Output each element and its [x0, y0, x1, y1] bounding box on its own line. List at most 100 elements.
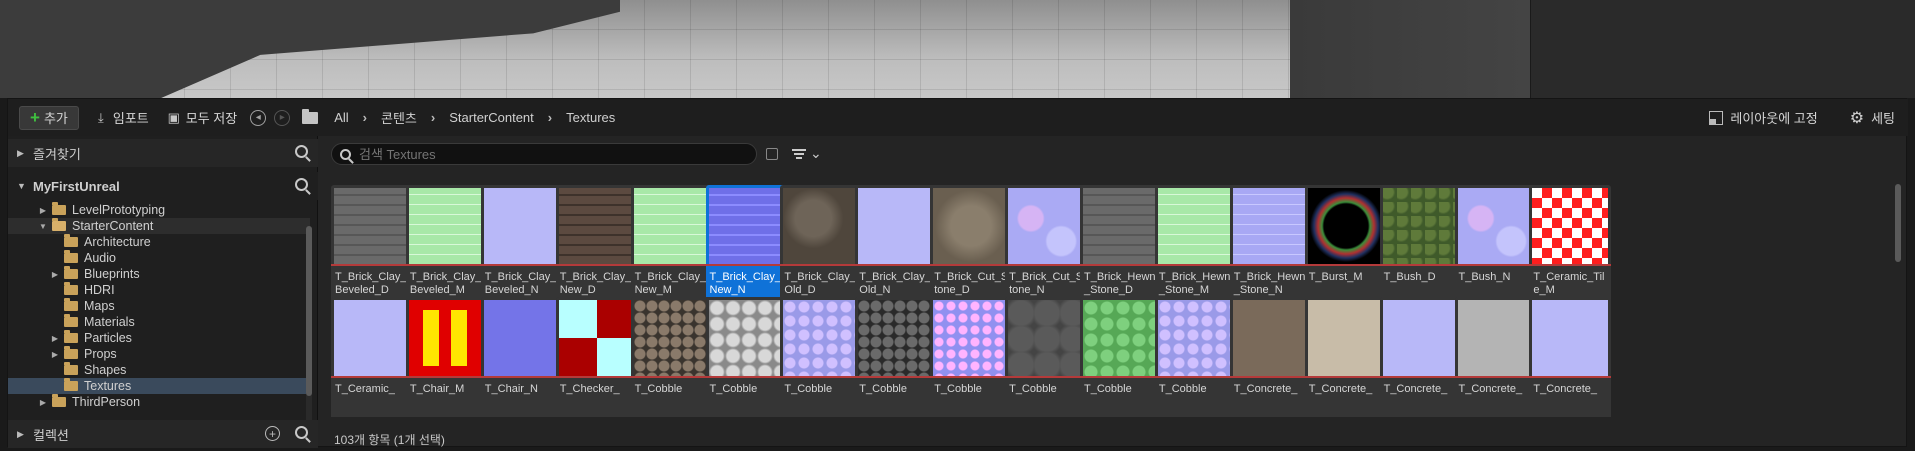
tree-item-hdri[interactable]: HDRI — [8, 282, 310, 298]
history-back-icon[interactable]: ◂ — [250, 109, 267, 126]
tree-item-levelprototyping[interactable]: ▶ LevelPrototyping — [8, 202, 310, 218]
asset-tile[interactable]: T_Brick_Clay_New_N — [705, 185, 788, 311]
search-input[interactable] — [359, 146, 739, 162]
tree-item-thirdperson[interactable]: ▶ ThirdPerson — [8, 394, 310, 410]
import-button[interactable]: ⤓ 임포트 — [85, 106, 158, 130]
asset-tile[interactable]: T_Brick_Hewn_Stone_N — [1229, 185, 1312, 311]
add-button[interactable]: + 추가 — [19, 105, 79, 130]
chevron-right-icon[interactable]: ▶ — [50, 270, 60, 279]
tree-item-audio[interactable]: Audio — [8, 250, 310, 266]
chevron-right-icon[interactable]: ▶ — [38, 398, 48, 407]
chevron-down-icon[interactable]: ▼ — [38, 222, 48, 231]
chevron-right-icon[interactable]: ▶ — [50, 334, 60, 343]
favorites-header[interactable]: ▶ 즐겨찾기 — [8, 139, 318, 167]
folder-icon[interactable] — [302, 108, 319, 124]
asset-type-bar — [1529, 264, 1612, 266]
chevron-right-icon[interactable]: ▶ — [50, 350, 60, 359]
asset-tile[interactable]: T_Brick_Hewn_Stone_M — [1154, 185, 1237, 311]
save-search-icon[interactable] — [766, 148, 778, 160]
collections-header[interactable]: ▶ 컬렉션 + — [8, 420, 318, 448]
asset-tile[interactable]: T_Brick_Hewn_Stone_D — [1080, 185, 1162, 311]
asset-scrollbar[interactable] — [1895, 184, 1901, 444]
asset-tile[interactable]: T_Cobble — [1005, 297, 1088, 417]
asset-scrollbar-thumb[interactable] — [1895, 184, 1901, 262]
tree-item-architecture[interactable]: Architecture — [8, 234, 310, 250]
asset-tile[interactable]: T_Brick_Clay_Beveled_M — [405, 185, 488, 311]
asset-tile[interactable]: T_Cobble — [705, 297, 788, 417]
asset-name: T_Chair_N — [484, 383, 538, 395]
chevron-down-icon: ▼ — [17, 181, 26, 191]
asset-tile[interactable]: T_Cobble — [1154, 297, 1237, 417]
chevron-right-icon[interactable]: ▶ — [38, 206, 48, 215]
asset-type-bar — [1154, 376, 1237, 378]
add-collection-icon[interactable]: + — [265, 426, 280, 441]
asset-type-bar — [405, 264, 488, 266]
asset-tile[interactable]: T_Ceramic_ — [331, 297, 413, 417]
breadcrumb-textures[interactable]: Textures — [558, 110, 623, 125]
asset-tile[interactable]: T_Bush_N — [1454, 185, 1537, 311]
save-all-button[interactable]: ▣ 모두 저장 — [158, 106, 246, 130]
tree-item-blueprints[interactable]: ▶ Blueprints — [8, 266, 310, 282]
asset-tile[interactable]: T_Chair_N — [480, 297, 563, 417]
search-icon — [295, 145, 308, 158]
asset-tile[interactable]: T_Brick_Clay_Old_N — [855, 185, 938, 311]
level-viewport[interactable] — [0, 0, 1915, 98]
history-forward-icon[interactable]: ▸ — [274, 109, 291, 126]
asset-thumbnail — [1532, 188, 1609, 264]
asset-tile[interactable]: T_Concrete_ — [1454, 297, 1537, 417]
asset-tile[interactable]: T_Cobble — [780, 297, 863, 417]
tree-item-shapes[interactable]: Shapes — [8, 362, 310, 378]
favorites-search[interactable] — [295, 145, 308, 161]
asset-tile[interactable]: T_Concrete_ — [1229, 297, 1312, 417]
asset-tile[interactable]: T_Brick_Clay_New_D — [555, 185, 638, 311]
tree-item-textures[interactable]: Textures — [8, 378, 310, 394]
asset-tile[interactable]: T_Cobble — [1080, 297, 1162, 417]
asset-thumbnail — [858, 188, 935, 264]
asset-type-bar — [1454, 376, 1537, 378]
breadcrumb-starter-content[interactable]: StarterContent — [441, 110, 542, 125]
collections-search[interactable] — [295, 426, 308, 442]
lock-layout-button[interactable]: 레이아웃에 고정 — [1700, 106, 1826, 130]
asset-tile[interactable]: T_Cobble — [630, 297, 713, 417]
asset-name: T_Cobble — [934, 383, 982, 395]
asset-tile[interactable]: T_Ceramic_Tile_M — [1529, 185, 1612, 311]
asset-type-bar — [930, 376, 1013, 378]
asset-tile[interactable]: T_Concrete_ — [1379, 297, 1462, 417]
asset-tile[interactable]: T_Bush_D — [1379, 185, 1462, 311]
breadcrumb-separator-icon[interactable]: › — [425, 110, 441, 125]
tree-item-startercontent[interactable]: ▼ StarterContent — [8, 218, 310, 234]
asset-tile[interactable]: T_Checker_ — [555, 297, 638, 417]
asset-name: T_Brick_Cut_Stone_N — [1009, 271, 1084, 296]
tree-item-materials[interactable]: Materials — [8, 314, 310, 330]
asset-tile[interactable]: T_Concrete_ — [1304, 297, 1387, 417]
asset-tile[interactable]: T_Brick_Cut_Stone_N — [1005, 185, 1088, 311]
asset-tile[interactable]: T_Brick_Clay_Old_D — [780, 185, 863, 311]
filter-button[interactable]: ⌄ — [792, 145, 822, 162]
asset-tile[interactable]: T_Brick_Cut_Stone_D — [930, 185, 1013, 311]
project-header[interactable]: ▼ MyFirstUnreal — [8, 172, 318, 200]
breadcrumb-all[interactable]: All — [326, 110, 356, 125]
breadcrumb-separator-icon[interactable]: › — [542, 110, 558, 125]
tree-scrollbar[interactable] — [306, 226, 312, 446]
tree-scrollbar-thumb[interactable] — [306, 226, 312, 396]
asset-tile[interactable]: T_Cobble — [855, 297, 938, 417]
asset-tile[interactable]: T_Burst_M — [1304, 185, 1387, 311]
asset-tile[interactable]: T_Brick_Clay_Beveled_N — [480, 185, 563, 311]
asset-type-bar — [705, 376, 788, 378]
asset-tile[interactable]: T_Cobble — [930, 297, 1013, 417]
asset-search[interactable] — [331, 143, 757, 165]
asset-tile[interactable]: T_Concrete_ — [1529, 297, 1612, 417]
breadcrumb-separator-icon[interactable]: › — [357, 110, 373, 125]
asset-tile[interactable]: T_Brick_Clay_New_M — [630, 185, 713, 311]
settings-button[interactable]: ⚙ 세팅 — [1841, 106, 1904, 130]
tree-item-particles[interactable]: ▶ Particles — [8, 330, 310, 346]
filter-icon — [792, 148, 806, 159]
project-search[interactable] — [295, 178, 308, 194]
tree-item-props[interactable]: ▶ Props — [8, 346, 310, 362]
tree-item-maps[interactable]: Maps — [8, 298, 310, 314]
asset-type-bar — [705, 264, 788, 266]
breadcrumb-content[interactable]: 콘텐츠 — [373, 108, 425, 127]
asset-tile[interactable]: T_Brick_Clay_Beveled_D — [331, 185, 413, 311]
asset-thumbnail — [1307, 188, 1384, 264]
asset-tile[interactable]: T_Chair_M — [405, 297, 488, 417]
